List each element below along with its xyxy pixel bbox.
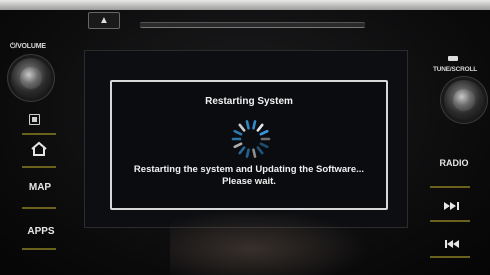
spinner-tick [245, 148, 250, 158]
separator [430, 186, 470, 188]
head-unit: ▲ ⏻/VOLUME MAP APPS TUNE/SCROLL RADIO Re… [0, 0, 490, 275]
volume-knob-label: ⏻/VOLUME [10, 43, 46, 50]
spinner-tick [256, 123, 264, 132]
next-track-icon [444, 202, 459, 210]
home-icon [31, 141, 47, 156]
separator [22, 166, 56, 168]
spinner-tick [259, 129, 269, 136]
dialog-message-line1: Restarting the system and Updating the S… [133, 164, 365, 175]
eject-button[interactable]: ▲ [88, 12, 120, 29]
separator [22, 133, 56, 135]
previous-track-icon [445, 240, 459, 248]
seek-up-button[interactable] [442, 198, 462, 210]
tune-knob-cap [452, 88, 476, 112]
spinner-tick [252, 120, 257, 130]
separator [22, 207, 56, 209]
separator [430, 256, 470, 258]
dialog-message: Restarting the system and Updating the S… [112, 164, 386, 188]
separator [22, 248, 56, 250]
restart-dialog: Restarting System Restarting the system … [110, 80, 388, 210]
tune-knob-label: TUNE/SCROLL [433, 66, 478, 73]
mute-button[interactable] [29, 114, 40, 125]
spinner-tick [252, 148, 257, 158]
mute-icon [32, 117, 37, 122]
loading-spinner-icon [231, 120, 271, 158]
map-button[interactable]: MAP [23, 182, 57, 193]
spinner-tick [259, 142, 269, 149]
apps-button[interactable]: APPS [22, 226, 60, 237]
spinner-tick [238, 146, 246, 155]
spinner-tick [256, 146, 264, 155]
seek-down-button[interactable] [442, 236, 462, 248]
spinner-tick [233, 142, 243, 149]
volume-knob-cap [19, 66, 43, 90]
tune-scroll-knob[interactable] [444, 80, 484, 120]
dashboard-edge [0, 0, 490, 10]
home-button[interactable] [29, 141, 49, 157]
screen-reflection [170, 210, 370, 275]
dialog-message-line2: Please wait. [222, 176, 276, 187]
spinner-tick [233, 129, 243, 136]
separator [430, 220, 470, 222]
spinner-tick [238, 123, 246, 132]
volume-knob[interactable] [11, 58, 51, 98]
dialog-title: Restarting System [205, 96, 293, 107]
radio-button[interactable]: RADIO [434, 158, 474, 168]
tune-indicator-icon [448, 56, 458, 61]
spinner-tick [245, 120, 250, 130]
cd-slot [140, 22, 365, 28]
